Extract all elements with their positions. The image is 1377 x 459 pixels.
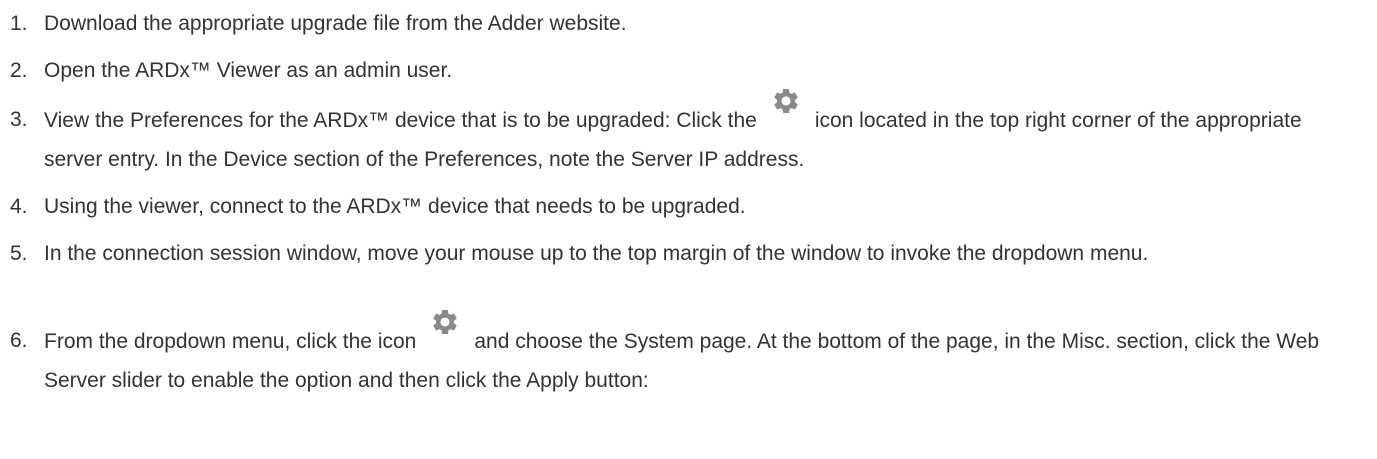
gear-icon <box>430 307 460 337</box>
step-text: In the connection session window, move y… <box>44 242 1149 265</box>
instruction-document: 1. Download the appropriate upgrade file… <box>0 0 1377 459</box>
step-6: 6. From the dropdown menu, click the ico… <box>10 309 1357 400</box>
step-number: 2. <box>10 59 28 82</box>
step-number: 5. <box>10 242 28 265</box>
step-text: View the Preferences for the ARDx™ devic… <box>44 88 1357 179</box>
step-5: 5. In the connection session window, mov… <box>10 234 1357 273</box>
gear-icon <box>771 86 801 116</box>
step-text: From the dropdown menu, click the icon an… <box>44 309 1357 400</box>
step-number: 1. <box>10 12 28 35</box>
step-text: Download the appropriate upgrade file fr… <box>44 12 627 35</box>
step-1: 1. Download the appropriate upgrade file… <box>10 4 1357 43</box>
step-number: 6. <box>10 329 28 352</box>
step-text: Using the viewer, connect to the ARDx™ d… <box>44 195 746 218</box>
step-text-before: From the dropdown menu, click the icon <box>44 330 417 353</box>
step-text-before: View the Preferences for the ARDx™ devic… <box>44 109 757 132</box>
step-number: 3. <box>10 108 28 131</box>
step-text: Open the ARDx™ Viewer as an admin user. <box>44 59 453 82</box>
step-2: 2. Open the ARDx™ Viewer as an admin use… <box>10 51 1357 90</box>
step-3: 3. View the Preferences for the ARDx™ de… <box>10 88 1357 179</box>
step-number: 4. <box>10 195 28 218</box>
step-4: 4. Using the viewer, connect to the ARDx… <box>10 187 1357 226</box>
